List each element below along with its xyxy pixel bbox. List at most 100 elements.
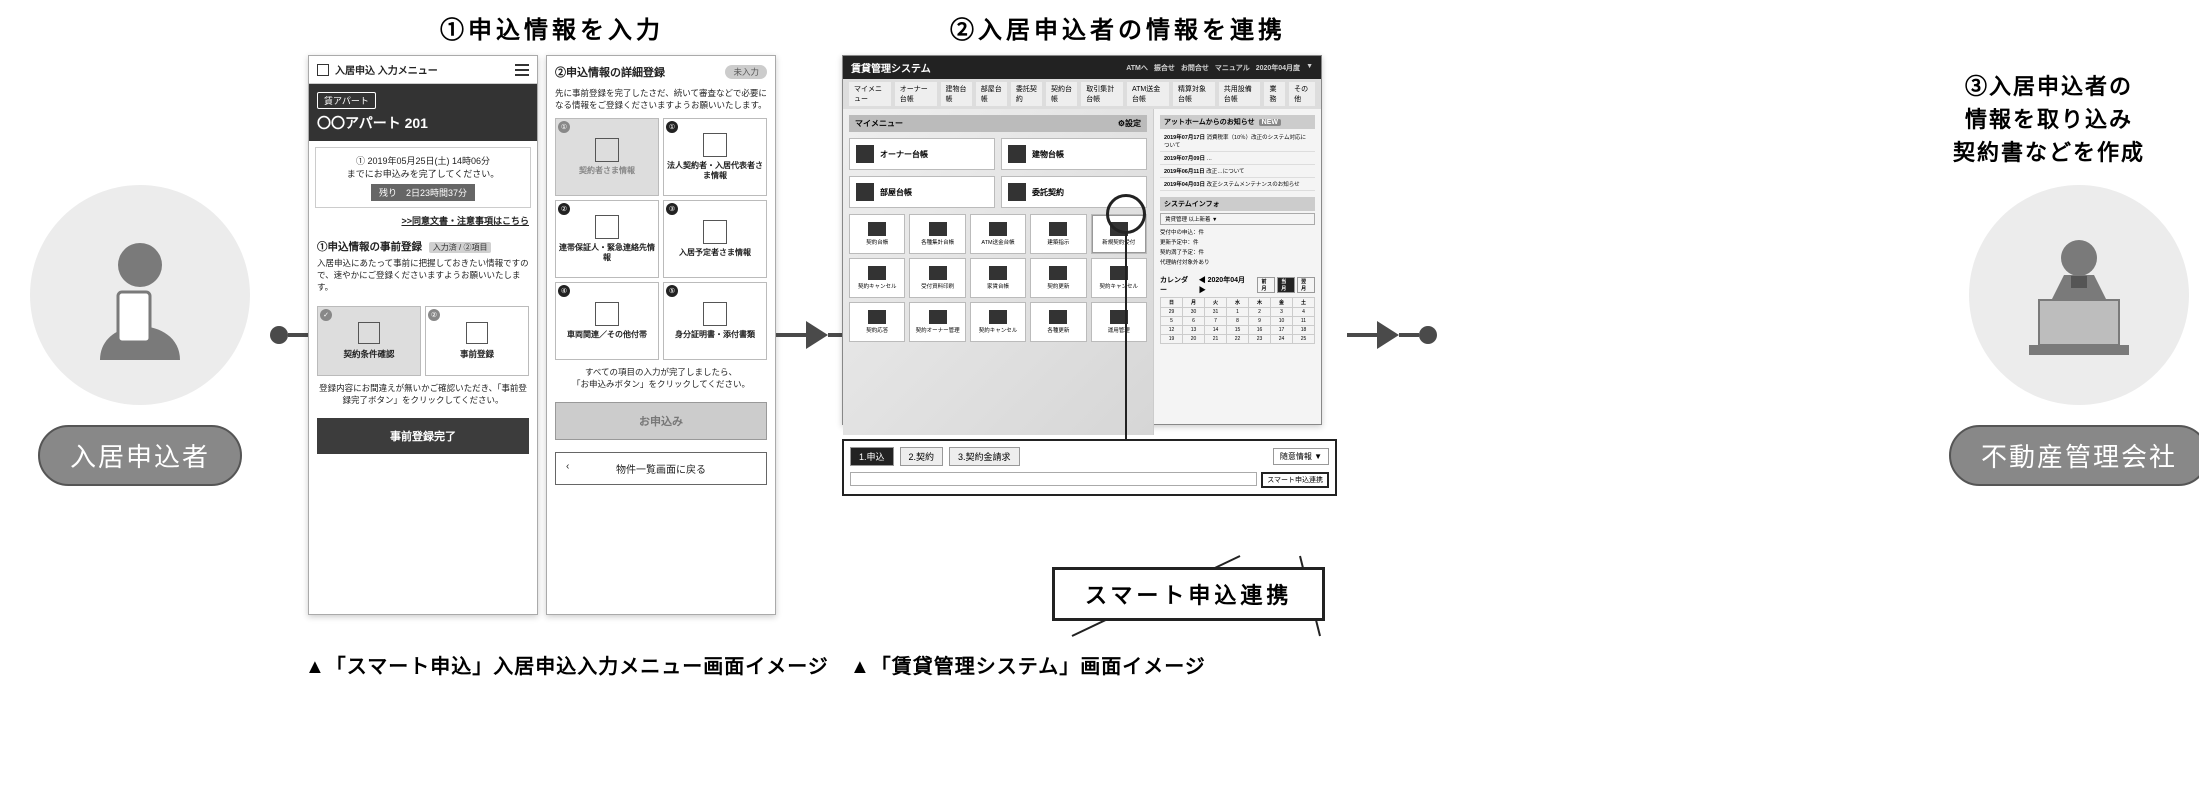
toolbar-tools: ATMへ振合せお問合せマニュアル2020年04月度▼	[1126, 63, 1313, 73]
generic-icon	[868, 266, 886, 280]
tile-resident-info[interactable]: ③入居予定者さま情報	[663, 200, 767, 278]
bar-tab-2[interactable]: 2.契約	[900, 447, 944, 466]
mobile-screen-2: ②申込情報の詳細登録 未入力 先に事前登録を完了したさだ、続いて審査などで必要に…	[546, 55, 776, 615]
card-building-ledger[interactable]: 建物台帳	[1001, 138, 1147, 170]
apply-note: すべての項目の入力が完了しましたら、 「お申込みボタン」をクリックしてください。	[547, 366, 775, 396]
hamburger-icon[interactable]	[515, 64, 529, 76]
connector-2	[776, 321, 842, 349]
apply-button[interactable]: お申込み	[555, 402, 767, 440]
back-to-list-button[interactable]: 物件一覧画面に戻る	[555, 452, 767, 485]
sysinfo-select[interactable]: 賃貸管理 以上新着 ▼	[1160, 213, 1315, 225]
image-icon	[703, 302, 727, 326]
desktop-iconcard[interactable]: 契約オーナー管理	[909, 302, 965, 342]
sysinfo-panel: システムインフォ 賃貸管理 以上新着 ▼ 受付中の申込：件更新予定中：件契約満了…	[1160, 197, 1315, 267]
connector-1	[270, 326, 308, 344]
desktop-side-area: アットホームからのお知らせNEW 2019年07月17日 消費税率（10％）改正…	[1153, 109, 1321, 435]
person-phone-icon	[80, 230, 200, 360]
news-item[interactable]: 2019年07月09日 …	[1160, 152, 1315, 165]
calendar-panel: カレンダー ◀ 2020年04月 ▶ 前月当月翌月 日月火水木金土2930311…	[1160, 273, 1315, 344]
mobile1-section1: ①申込情報の事前登録 入力済 / ②項目 入居申込にあたって事前に把握しておきた…	[309, 233, 537, 300]
person-icon	[595, 138, 619, 162]
bar-right-select[interactable]: 随意情報 ▼	[1273, 448, 1329, 465]
tile-contractor-info[interactable]: ①契約者さま情報	[555, 118, 659, 196]
uninput-badge: 未入力	[725, 65, 767, 79]
tile-id-attachments[interactable]: ⑤身分証明書・添付書類	[663, 282, 767, 360]
detail-bar: 1.申込 2.契約 3.契約金請求 随意情報 ▼ スマート申込連携	[842, 439, 1337, 496]
desktop-icon-grid: 契約台帳各種集計台帳ATM送金台帳建築指示新規契約受付契約キャンセル受付資料印刷…	[849, 214, 1147, 342]
desktop-iconcard[interactable]: 契約キャンセル	[970, 302, 1026, 342]
desktop-iconcard[interactable]: 運用管理	[1091, 302, 1147, 342]
caption-right: ▲「賃貸管理システム」画面イメージ	[850, 650, 1206, 679]
mobile2-tiles: ①契約者さま情報 ①法人契約者・入居代表者さま情報 ②連帯保証人・緊急連絡先情報…	[555, 118, 767, 360]
tile-guarantor-info[interactable]: ②連帯保証人・緊急連絡先情報	[555, 200, 659, 278]
mobile2-lead: 先に事前登録を完了したさだ、続いて審査などで必要になる情報をご登録くださいますよ…	[547, 88, 775, 118]
generic-icon	[929, 310, 947, 324]
applicant-icon	[30, 185, 250, 405]
property-name: 〇〇アパート 201	[317, 113, 529, 133]
bar-tab-3[interactable]: 3.契約金請求	[949, 447, 1020, 466]
sysinfo-line: 更新予定中：件	[1160, 237, 1315, 247]
tile-vehicle-info[interactable]: ④車両関連／その他付帯	[555, 282, 659, 360]
book-icon	[1008, 183, 1026, 201]
connector-3	[1347, 321, 1437, 349]
generic-icon	[1049, 310, 1067, 324]
generic-icon	[929, 222, 947, 236]
card-owner-ledger[interactable]: オーナー台帳	[849, 138, 995, 170]
news-item[interactable]: 2019年06月11日 改正…について	[1160, 165, 1315, 178]
desktop-main-area: マイメニュー ⚙設定 オーナー台帳 建物台帳 部屋台帳 委託契約 契約台帳各種集…	[843, 109, 1153, 435]
generic-icon	[989, 266, 1007, 280]
building-icon	[703, 133, 727, 157]
calendar-table: 日月火水木金土293031123456789101112131415161718…	[1160, 297, 1315, 344]
desktop-iconcard[interactable]: 各種更新	[1030, 302, 1086, 342]
tile-contract-confirm[interactable]: ✓ 契約条件確認	[317, 306, 421, 376]
desktop-iconcard[interactable]: 各種集計台帳	[909, 214, 965, 254]
desktop-iconcard[interactable]: 契約キャンセル	[849, 258, 905, 298]
mobile-screens: 入居申込 入力メニュー 賃アパート 〇〇アパート 201 ① 2019年05月2…	[308, 55, 776, 615]
desktop-iconcard[interactable]: 建築指示	[1030, 214, 1086, 254]
person-laptop-icon	[2009, 230, 2149, 360]
news-item[interactable]: 2019年07月17日 消費税率（10％）改正のシステム対応について	[1160, 131, 1315, 152]
desktop-iconcard[interactable]: ATM送金台帳	[970, 214, 1026, 254]
smart-link-button-small[interactable]: スマート申込連携	[1261, 472, 1329, 488]
desktop-panel: 賃貸管理システム ATMへ振合せお問合せマニュアル2020年04月度▼ マイメニ…	[842, 55, 1337, 615]
step-1-label: ①申込情報を入力	[440, 10, 664, 45]
step-2-label: ②入居申込者の情報を連携	[950, 10, 1286, 45]
document-icon	[358, 322, 380, 344]
desktop-tabs[interactable]: マイメニューオーナー台帳建物台帳部屋台帳委託契約契約台帳取引集計台帳ATM送金台…	[843, 79, 1321, 109]
diagram-root: ①申込情報を入力 ②入居申込者の情報を連携 ③入居申込者の 情報を取り込み 契約…	[10, 10, 2199, 792]
actor-right-label: 不動産管理会社	[1949, 425, 2199, 486]
bar-tab-1[interactable]: 1.申込	[850, 447, 894, 466]
desktop-iconcard[interactable]: 契約台帳	[849, 214, 905, 254]
desktop-iconcard[interactable]: 家賃台帳	[970, 258, 1026, 298]
consent-link[interactable]: >>同意文書・注意事項はこちら	[309, 214, 537, 233]
deadline-box: ① 2019年05月25日(土) 14時06分 までにお申込みを完了してください…	[315, 147, 531, 208]
car-icon	[595, 302, 619, 326]
desktop-iconcard[interactable]: 契約更新	[1030, 258, 1086, 298]
generic-icon	[929, 266, 947, 280]
pencil-icon	[466, 322, 488, 344]
new-badge: NEW	[1259, 119, 1281, 126]
desktop-window: 賃貸管理システム ATMへ振合せお問合せマニュアル2020年04月度▼ マイメニ…	[842, 55, 1322, 425]
people-icon	[703, 220, 727, 244]
sysinfo-line: 契約満了予定：件	[1160, 247, 1315, 257]
flow-row: 入居申込者 入居申込 入力メニュー 賃アパート 〇〇アパート 201 ① 201	[10, 50, 2199, 620]
desktop-titlebar: 賃貸管理システム ATMへ振合せお問合せマニュアル2020年04月度▼	[843, 56, 1321, 79]
book-icon	[856, 183, 874, 201]
news-item[interactable]: 2019年04月03日 改正システムメンテナンスのお知らせ	[1160, 178, 1315, 191]
tile-corporate-info[interactable]: ①法人契約者・入居代表者さま情報	[663, 118, 767, 196]
confirm-note: 登録内容にお間違えが無いかご確認いただき、「事前登録完了ボタン」をクリックしてく…	[309, 382, 537, 412]
mobile1-header: 入居申込 入力メニュー	[309, 56, 537, 84]
card-room-ledger[interactable]: 部屋台帳	[849, 176, 995, 208]
tile-preregister[interactable]: ② 事前登録	[425, 306, 529, 376]
generic-icon	[868, 310, 886, 324]
book-icon	[856, 145, 874, 163]
sysinfo-line: 受付中の申込：件	[1160, 227, 1315, 237]
search-field[interactable]	[850, 472, 1257, 486]
home-icon	[317, 64, 329, 76]
desktop-iconcard[interactable]: 契約キャンセル	[1091, 258, 1147, 298]
desktop-iconcard[interactable]: 契約応答	[849, 302, 905, 342]
preregister-complete-button[interactable]: 事前登録完了	[317, 418, 529, 454]
desktop-iconcard[interactable]: 受付資料印刷	[909, 258, 965, 298]
countdown-badge: 残り 2日23時間37分	[371, 184, 475, 201]
gear-icon[interactable]: ⚙設定	[1118, 118, 1141, 129]
